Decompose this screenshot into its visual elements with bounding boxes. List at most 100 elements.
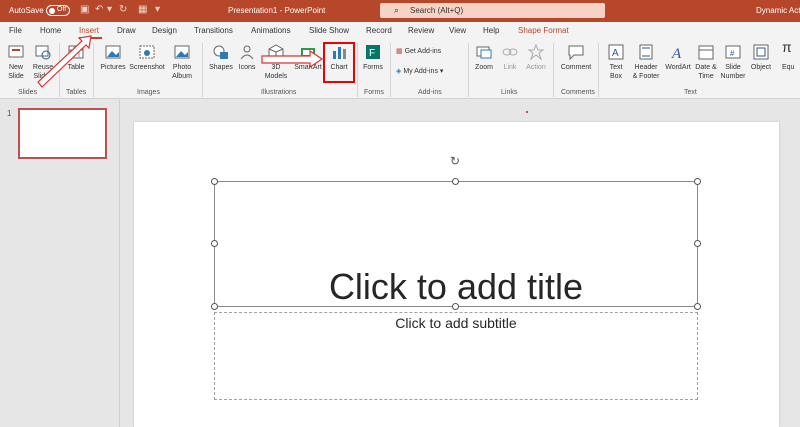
header-footer-button[interactable]: Header & Footer — [630, 43, 662, 81]
resize-handle[interactable] — [452, 178, 459, 185]
account-name[interactable]: Dynamic Acti — [756, 6, 800, 15]
forms-label: Forms — [363, 64, 383, 71]
separator — [468, 43, 469, 97]
search-box[interactable]: ⌕ Search (Alt+Q) — [380, 3, 605, 18]
link-label: Link — [503, 64, 517, 71]
action-label: Action — [526, 64, 546, 71]
icons-label: Icons — [238, 64, 256, 71]
group-label-tables: Tables — [66, 89, 87, 96]
comment-button[interactable]: Comment — [558, 43, 594, 72]
pictures-label: Pictures — [100, 64, 126, 71]
separator — [202, 43, 203, 97]
header-footer-label: Header & Footer — [632, 64, 660, 80]
new-slide-button[interactable]: New Slide — [5, 43, 27, 81]
photo-album-button[interactable]: Photo Album — [167, 43, 197, 81]
tab-home[interactable]: Home — [40, 26, 61, 35]
autosave-toggle[interactable]: Off — [46, 5, 70, 16]
separator — [390, 43, 391, 97]
table-button[interactable]: Table — [64, 43, 88, 72]
slide-thumbnail[interactable] — [18, 108, 107, 159]
customize-toolbar-icon[interactable]: ▾ — [155, 4, 160, 15]
get-addins-label: Get Add-ins — [404, 48, 442, 55]
save-icon[interactable]: ▣ — [80, 4, 89, 15]
reuse-slides-button[interactable]: Reuse Slides — [30, 43, 56, 81]
object-button[interactable]: Object — [748, 43, 774, 72]
shapes-button[interactable]: Shapes — [207, 43, 235, 72]
resize-handle[interactable] — [211, 303, 218, 310]
3d-cube-icon — [268, 44, 284, 61]
tab-insert[interactable]: Insert — [79, 26, 99, 35]
object-label: Object — [750, 64, 772, 71]
separator — [553, 43, 554, 97]
tab-record[interactable]: Record — [366, 26, 392, 35]
slide-number-label: Slide Number — [720, 64, 746, 80]
autosave-state: Off — [57, 6, 67, 13]
undo-dropdown-icon[interactable]: ▾ — [107, 4, 112, 15]
get-addins-button[interactable]: ▦ Get Add-ins — [396, 47, 466, 56]
tab-design[interactable]: Design — [152, 26, 177, 35]
shapes-label: Shapes — [209, 64, 233, 71]
shapes-icon — [213, 45, 228, 59]
resize-handle[interactable] — [211, 178, 218, 185]
undo-icon[interactable]: ↶ — [95, 4, 103, 15]
redo-icon[interactable]: ↻ — [119, 4, 127, 15]
action-button[interactable]: Action — [523, 43, 549, 72]
wordart-button[interactable]: A WordArt — [663, 43, 693, 72]
zoom-button[interactable]: Zoom — [472, 43, 496, 72]
separator — [598, 43, 599, 97]
smartart-button[interactable]: SmartArt — [292, 43, 324, 72]
slide-number-button[interactable]: # Slide Number — [719, 43, 747, 81]
table-label: Table — [67, 64, 85, 71]
reuse-slides-label: Reuse Slides — [32, 64, 54, 80]
tab-shape-format[interactable]: Shape Format — [518, 26, 569, 35]
photo-album-label: Photo Album — [172, 64, 192, 80]
date-time-button[interactable]: Date & Time — [693, 43, 719, 81]
present-icon[interactable]: ▦ — [138, 4, 147, 15]
chevron-down-icon: ▾ — [437, 68, 444, 75]
tab-file[interactable]: File — [9, 26, 22, 35]
title-placeholder[interactable]: Click to add title — [214, 181, 698, 307]
link-button[interactable]: Link — [499, 43, 521, 72]
text-box-label: Text Box — [609, 64, 623, 80]
my-addins-button[interactable]: ◈ My Add-ins ▾ — [396, 67, 466, 76]
screenshot-label: Screenshot — [129, 64, 165, 71]
action-icon — [527, 43, 545, 61]
tab-review[interactable]: Review — [408, 26, 434, 35]
resize-handle[interactable] — [694, 178, 701, 185]
svg-text:F: F — [369, 48, 375, 59]
icons-icon — [240, 45, 254, 60]
object-icon — [753, 44, 769, 60]
forms-button[interactable]: F Forms — [361, 43, 385, 72]
title-placeholder-text: Click to add title — [328, 266, 584, 307]
screenshot-button[interactable]: Screenshot — [128, 43, 166, 72]
3d-models-button[interactable]: 3D Models — [261, 43, 291, 81]
autosave-label: AutoSave — [9, 6, 44, 15]
icons-button[interactable]: Icons — [236, 43, 258, 72]
new-slide-icon — [8, 45, 24, 58]
tab-transitions[interactable]: Transitions — [194, 26, 233, 35]
group-label-comments: Comments — [561, 89, 595, 96]
rotate-handle-icon[interactable]: ↻ — [450, 154, 460, 168]
table-icon — [68, 45, 84, 59]
equation-button[interactable]: π Equ — [782, 39, 800, 72]
resize-handle[interactable] — [452, 303, 459, 310]
text-box-icon: A — [608, 44, 624, 60]
text-box-button[interactable]: A Text Box — [603, 43, 629, 81]
chart-highlight-box — [323, 42, 355, 83]
resize-handle[interactable] — [694, 303, 701, 310]
subtitle-placeholder[interactable]: Click to add subtitle — [214, 312, 698, 400]
tab-animations[interactable]: Animations — [251, 26, 291, 35]
pictures-icon — [105, 45, 121, 59]
resize-handle[interactable] — [211, 240, 218, 247]
pi-icon: π — [782, 39, 792, 55]
tab-view[interactable]: View — [449, 26, 466, 35]
group-label-illustrations: Illustrations — [261, 89, 297, 96]
group-label-addins: Add-ins — [418, 89, 442, 96]
slide[interactable]: ↻ Click to add title Click to add subtit… — [134, 122, 779, 427]
resize-handle[interactable] — [694, 240, 701, 247]
tab-slide-show[interactable]: Slide Show — [309, 26, 349, 35]
pictures-button[interactable]: Pictures — [99, 43, 127, 72]
tab-help[interactable]: Help — [483, 26, 499, 35]
separator — [357, 43, 358, 97]
tab-draw[interactable]: Draw — [117, 26, 136, 35]
